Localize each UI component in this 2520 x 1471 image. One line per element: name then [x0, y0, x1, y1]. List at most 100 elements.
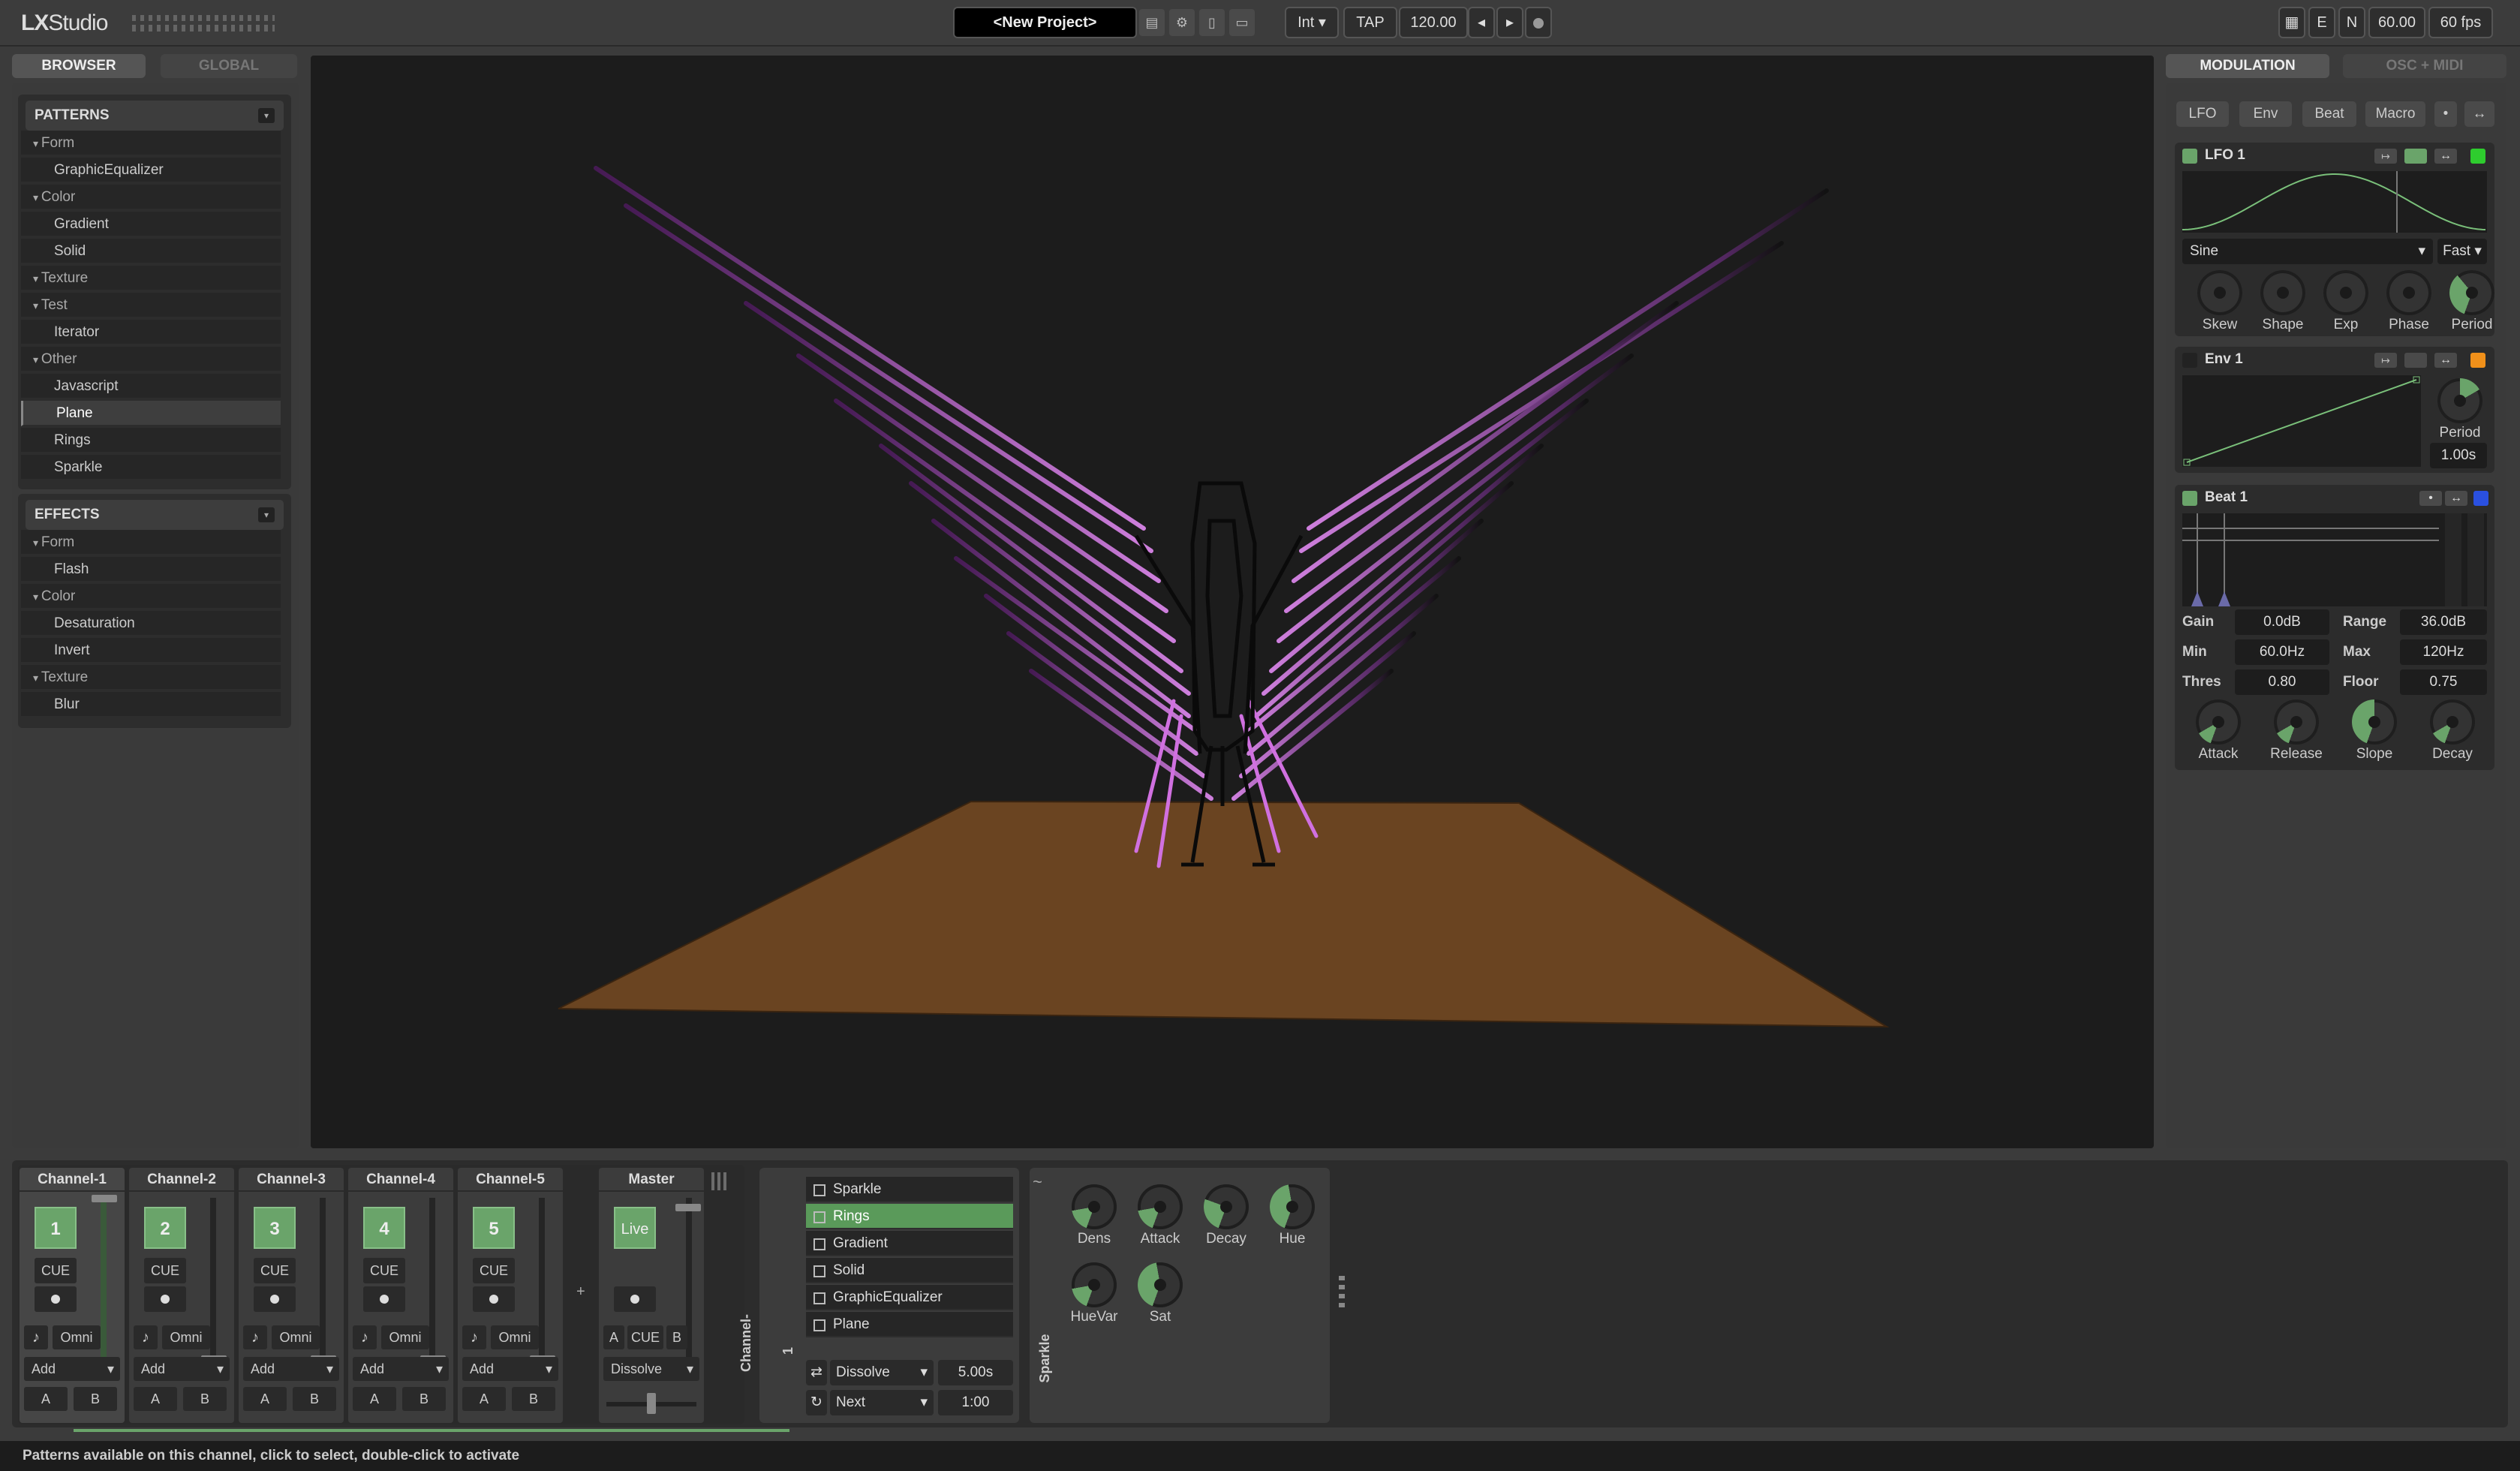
- metronome-button[interactable]: [1525, 7, 1552, 38]
- device-decay-knob[interactable]: [1204, 1184, 1249, 1229]
- add-lfo-button[interactable]: LFO: [2176, 101, 2229, 127]
- grid-view-icon[interactable]: [711, 1172, 729, 1190]
- channel-b-button[interactable]: B: [183, 1387, 227, 1411]
- pattern-enable-checkbox[interactable]: [813, 1265, 825, 1277]
- save-project-icon[interactable]: ▤: [1139, 9, 1165, 36]
- device-sat-knob[interactable]: [1138, 1262, 1183, 1307]
- channel-a-button[interactable]: A: [134, 1387, 177, 1411]
- lfo-exp-knob[interactable]: [2323, 270, 2368, 315]
- channel-enable-button[interactable]: 2: [144, 1207, 186, 1249]
- master-b-button[interactable]: B: [666, 1325, 687, 1349]
- transition-time-field[interactable]: 5.00s: [938, 1360, 1013, 1385]
- channel-b-button[interactable]: B: [293, 1387, 336, 1411]
- master-cue-button[interactable]: CUE: [627, 1325, 663, 1349]
- channel-enable-button[interactable]: 3: [254, 1207, 296, 1249]
- channel-pattern-item[interactable]: GraphicEqualizer: [806, 1285, 1013, 1310]
- pattern-enable-checkbox[interactable]: [813, 1238, 825, 1250]
- gain-field[interactable]: 0.0dB: [2235, 609, 2329, 635]
- env-period-field[interactable]: 1.00s: [2430, 443, 2487, 468]
- lfo-phase-knob[interactable]: [2386, 270, 2431, 315]
- channel-pattern-item[interactable]: Gradient: [806, 1231, 1013, 1256]
- chevron-down-icon[interactable]: ▾: [258, 108, 275, 123]
- range-field[interactable]: 36.0dB: [2400, 609, 2487, 635]
- pattern-group[interactable]: ▾ Form: [21, 131, 281, 156]
- transition-select[interactable]: Dissolve ▾: [830, 1360, 934, 1385]
- pattern-item[interactable]: Iterator: [21, 320, 281, 345]
- pattern-item[interactable]: Sparkle: [21, 455, 281, 480]
- pattern-enable-checkbox[interactable]: [813, 1292, 825, 1304]
- channel-cue-button[interactable]: CUE: [473, 1258, 515, 1283]
- channel-pattern-item[interactable]: Rings: [806, 1204, 1013, 1229]
- pattern-group[interactable]: ▾ Other: [21, 347, 281, 372]
- master-record-button[interactable]: [614, 1286, 656, 1312]
- map-arrows-icon[interactable]: ↔: [2464, 101, 2494, 127]
- effect-group[interactable]: ▾ Form: [21, 530, 281, 555]
- record-icon[interactable]: •: [2419, 491, 2442, 506]
- beat-release-knob[interactable]: [2274, 699, 2319, 745]
- channel-pattern-item[interactable]: Plane: [806, 1312, 1013, 1337]
- fps-value-field[interactable]: 60.00: [2368, 7, 2425, 38]
- note-icon[interactable]: ♪: [243, 1325, 267, 1349]
- trigger-icon[interactable]: ↦: [2374, 149, 2397, 164]
- pattern-item[interactable]: GraphicEqualizer: [21, 158, 281, 183]
- loop-icon[interactable]: [2404, 149, 2427, 164]
- lfo-wave-select[interactable]: Sine ▾: [2182, 239, 2433, 264]
- channel-a-button[interactable]: A: [24, 1387, 68, 1411]
- channel-pattern-item[interactable]: Sparkle: [806, 1177, 1013, 1202]
- effect-item[interactable]: Blur: [21, 692, 281, 717]
- bpm-field[interactable]: 120.00: [1399, 7, 1468, 38]
- master-a-button[interactable]: A: [603, 1325, 624, 1349]
- channel-record-button[interactable]: [35, 1286, 77, 1312]
- note-icon[interactable]: ♪: [134, 1325, 158, 1349]
- map-arrows-icon[interactable]: ↔: [2434, 149, 2457, 164]
- effect-item[interactable]: Invert: [21, 638, 281, 663]
- tempo-up-button[interactable]: ▸: [1496, 7, 1523, 38]
- device-hue-knob[interactable]: [1270, 1184, 1315, 1229]
- add-env-button[interactable]: Env: [2239, 101, 2292, 127]
- channel-strip[interactable]: Channel-3 3 CUE ♪ Omni Add ▾ A B: [239, 1168, 344, 1423]
- open-folder-icon[interactable]: ▭: [1229, 9, 1255, 36]
- drag-handle-icon[interactable]: [1339, 1276, 1345, 1309]
- channel-midi-omni[interactable]: Omni: [162, 1325, 210, 1349]
- beat-slope-knob[interactable]: [2352, 699, 2397, 745]
- tab-global[interactable]: GLOBAL: [161, 54, 297, 78]
- project-name-field[interactable]: <New Project>: [953, 7, 1137, 38]
- tab-browser[interactable]: BROWSER: [12, 54, 146, 78]
- trigger-icon[interactable]: ↦: [2374, 353, 2397, 368]
- pattern-group[interactable]: ▾ Test: [21, 293, 281, 318]
- env-period-knob[interactable]: [2437, 378, 2482, 423]
- pattern-group[interactable]: ▾ Color: [21, 185, 281, 210]
- max-field[interactable]: 120Hz: [2400, 639, 2487, 665]
- pattern-enable-checkbox[interactable]: [813, 1211, 825, 1223]
- channel-enable-button[interactable]: 1: [35, 1207, 77, 1249]
- effect-group[interactable]: ▾ Texture: [21, 665, 281, 690]
- save-as-icon[interactable]: ⚙: [1169, 9, 1195, 36]
- channel-strip[interactable]: Channel-1 1 CUE ♪ Omni Add ▾ A B: [20, 1168, 125, 1423]
- crossfader-handle[interactable]: [647, 1393, 656, 1414]
- tempo-down-button[interactable]: ◂: [1468, 7, 1495, 38]
- channel-blend-select[interactable]: Add ▾: [353, 1357, 449, 1381]
- record-button[interactable]: •: [2434, 101, 2457, 127]
- autocycle-time-field[interactable]: 1:00: [938, 1390, 1013, 1415]
- chevron-down-icon[interactable]: ▾: [258, 507, 275, 522]
- channel-strip[interactable]: Channel-5 5 CUE ♪ Omni Add ▾ A B: [458, 1168, 563, 1423]
- channel-midi-omni[interactable]: Omni: [381, 1325, 429, 1349]
- effect-item[interactable]: Desaturation: [21, 611, 281, 636]
- channel-enable-button[interactable]: 5: [473, 1207, 515, 1249]
- lfo-shape-knob[interactable]: [2260, 270, 2305, 315]
- channel-enable-button[interactable]: 4: [363, 1207, 405, 1249]
- pattern-item[interactable]: Rings: [21, 428, 281, 453]
- transition-icon[interactable]: ⇄: [806, 1360, 827, 1385]
- channel-pattern-item[interactable]: Solid: [806, 1258, 1013, 1283]
- note-icon[interactable]: ♪: [24, 1325, 48, 1349]
- channel-b-button[interactable]: B: [402, 1387, 446, 1411]
- autocycle-icon[interactable]: ↻: [806, 1390, 827, 1415]
- tab-osc-midi[interactable]: OSC + MIDI: [2343, 54, 2506, 78]
- map-arrows-icon[interactable]: ↔: [2434, 353, 2457, 368]
- beat-attack-knob[interactable]: [2196, 699, 2241, 745]
- tab-modulation[interactable]: MODULATION: [2166, 54, 2329, 78]
- pattern-group[interactable]: ▾ Texture: [21, 266, 281, 291]
- channel-strip[interactable]: Channel-4 4 CUE ♪ Omni Add ▾ A B: [348, 1168, 453, 1423]
- channel-blend-select[interactable]: Add ▾: [243, 1357, 339, 1381]
- new-file-icon[interactable]: ▯: [1199, 9, 1225, 36]
